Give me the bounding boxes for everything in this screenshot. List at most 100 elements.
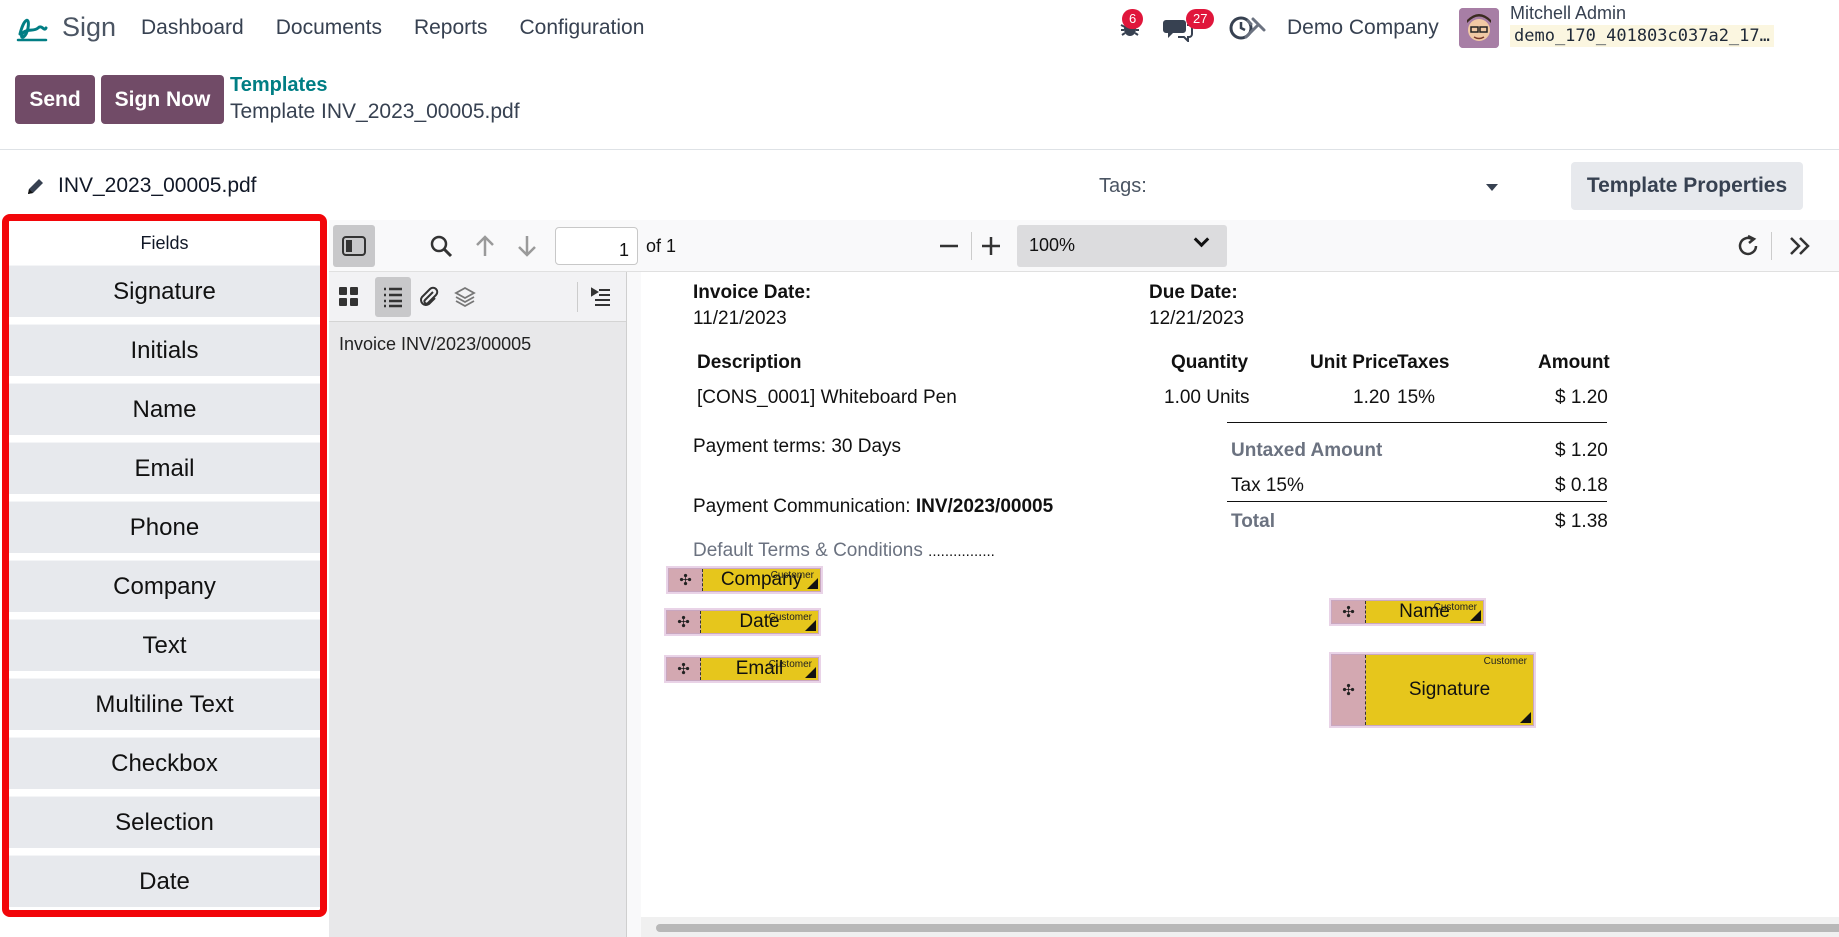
col-unit-price: Unit Price bbox=[1310, 352, 1399, 373]
sidebar-divider bbox=[577, 282, 578, 312]
current-outline-item-icon[interactable] bbox=[585, 281, 617, 313]
total-label: Total bbox=[1231, 511, 1275, 532]
field-selection[interactable]: Selection bbox=[9, 796, 320, 848]
payment-communication-value: INV/2023/00005 bbox=[915, 496, 1054, 517]
col-quantity: Quantity bbox=[1171, 352, 1249, 373]
resize-handle-icon[interactable] bbox=[1520, 712, 1531, 723]
toolbar-divider bbox=[971, 232, 972, 260]
drag-handle-icon[interactable]: ✣ bbox=[669, 569, 703, 591]
database-name: demo_170_401803c037a2_17… bbox=[1510, 25, 1774, 47]
line-taxes: 15% bbox=[1397, 387, 1436, 408]
divider bbox=[0, 149, 1839, 150]
invoice-date: 11/21/2023 bbox=[693, 308, 787, 329]
outline-list-icon[interactable] bbox=[375, 277, 411, 317]
payment-communication-label: Payment Communication: bbox=[693, 496, 911, 517]
user-avatar[interactable] bbox=[1459, 8, 1499, 48]
pdf-page: Invoice Date: 11/21/2023 Due Date: 12/21… bbox=[641, 272, 1839, 937]
drag-handle-icon[interactable]: ✣ bbox=[667, 658, 701, 680]
payment-communication: Payment Communication: INV/2023/00005 bbox=[693, 496, 1053, 518]
thumbnails-grid-icon[interactable] bbox=[333, 281, 365, 313]
due-date-label: Due Date: bbox=[1149, 282, 1238, 303]
field-signature[interactable]: Signature bbox=[9, 265, 320, 317]
next-page-icon[interactable] bbox=[511, 230, 543, 262]
previous-page-icon[interactable] bbox=[469, 230, 501, 262]
total-value: $ 1.38 bbox=[1555, 511, 1608, 532]
tags-label: Tags: bbox=[1099, 175, 1147, 197]
drag-handle-icon[interactable]: ✣ bbox=[667, 611, 701, 633]
page-number-input[interactable] bbox=[555, 227, 638, 265]
attachments-paperclip-icon[interactable] bbox=[412, 281, 444, 313]
template-file-name[interactable]: INV_2023_00005.pdf bbox=[58, 174, 257, 198]
send-button[interactable]: Send bbox=[15, 75, 95, 124]
tax-label: Tax 15% bbox=[1231, 475, 1304, 496]
pencil-icon bbox=[28, 179, 43, 194]
top-navbar: Sign Dashboard Documents Reports Configu… bbox=[0, 0, 1839, 56]
fields-panel: Fields Signature Initials Name Email Pho… bbox=[2, 214, 327, 917]
field-name[interactable]: Name bbox=[9, 383, 320, 435]
layers-icon[interactable] bbox=[449, 281, 481, 313]
field-text[interactable]: Text bbox=[9, 619, 320, 671]
more-tools-chevron-icon[interactable] bbox=[1784, 230, 1816, 262]
sign-field-signature[interactable]: ✣ Signature Customer bbox=[1331, 654, 1534, 726]
main-menu: Dashboard Documents Reports Configuratio… bbox=[141, 16, 644, 40]
user-name[interactable]: Mitchell Admin bbox=[1510, 3, 1626, 24]
settings-tools-icon[interactable] bbox=[1243, 16, 1267, 40]
line-unit-price: 1.20 bbox=[1353, 387, 1390, 408]
tags-dropdown-caret-icon[interactable] bbox=[1486, 184, 1498, 191]
sign-field-date[interactable]: ✣ Date Customer bbox=[666, 610, 819, 634]
app-name[interactable]: Sign bbox=[62, 12, 116, 43]
menu-configuration[interactable]: Configuration bbox=[519, 16, 644, 40]
breadcrumb-templates-link[interactable]: Templates bbox=[230, 74, 327, 97]
menu-documents[interactable]: Documents bbox=[276, 16, 382, 40]
horizontal-scrollbar[interactable] bbox=[641, 917, 1839, 937]
col-amount: Amount bbox=[1538, 352, 1610, 373]
sign-field-company[interactable]: ✣ Company Customer bbox=[668, 568, 821, 592]
template-properties-button[interactable]: Template Properties bbox=[1571, 162, 1803, 210]
field-phone[interactable]: Phone bbox=[9, 501, 320, 553]
menu-dashboard[interactable]: Dashboard bbox=[141, 16, 244, 40]
invoice-date-label: Invoice Date: bbox=[693, 282, 812, 303]
line-amount: $ 1.20 bbox=[1555, 387, 1608, 408]
company-switcher[interactable]: Demo Company bbox=[1287, 16, 1439, 40]
col-description: Description bbox=[697, 352, 802, 373]
field-multiline-text[interactable]: Multiline Text bbox=[9, 678, 320, 730]
pdf-viewer: of 1 100% bbox=[329, 220, 1839, 937]
sidebar-toggle-icon[interactable] bbox=[333, 225, 375, 267]
menu-reports[interactable]: Reports bbox=[414, 16, 488, 40]
sign-app-icon[interactable] bbox=[14, 10, 50, 46]
resize-handle-icon[interactable] bbox=[805, 620, 816, 631]
resize-handle-icon[interactable] bbox=[807, 578, 818, 589]
zoom-in-icon[interactable] bbox=[975, 230, 1007, 262]
sign-field-name[interactable]: ✣ Name Customer bbox=[1331, 600, 1484, 624]
search-icon[interactable] bbox=[425, 230, 457, 262]
tax-value: $ 0.18 bbox=[1555, 475, 1608, 496]
totals-bottom-rule bbox=[1227, 501, 1607, 502]
page-count: of 1 bbox=[646, 236, 677, 256]
template-name-field[interactable]: INV_2023_00005.pdf bbox=[26, 174, 257, 198]
sign-now-button[interactable]: Sign Now bbox=[101, 75, 224, 124]
sign-field-email[interactable]: ✣ Email Customer bbox=[666, 657, 819, 681]
messages-badge: 6 bbox=[1122, 9, 1144, 29]
payment-terms: Payment terms: 30 Days bbox=[693, 436, 902, 457]
zoom-select[interactable]: 100% bbox=[1017, 225, 1227, 267]
field-checkbox[interactable]: Checkbox bbox=[9, 737, 320, 789]
untaxed-label: Untaxed Amount bbox=[1231, 440, 1383, 461]
field-initials[interactable]: Initials bbox=[9, 324, 320, 376]
drag-handle-icon[interactable]: ✣ bbox=[1332, 655, 1366, 725]
field-company[interactable]: Company bbox=[9, 560, 320, 612]
untaxed-value: $ 1.20 bbox=[1555, 440, 1608, 461]
line-quantity: 1.00 Units bbox=[1164, 387, 1250, 408]
drag-handle-icon[interactable]: ✣ bbox=[1332, 601, 1366, 623]
zoom-out-icon[interactable] bbox=[933, 230, 965, 262]
fields-title: Fields bbox=[9, 221, 320, 265]
pdf-sidebar: Invoice INV/2023/00005 bbox=[329, 272, 627, 937]
terms-and-conditions: Default Terms & Conditions .............… bbox=[693, 540, 995, 562]
field-email[interactable]: Email bbox=[9, 442, 320, 494]
field-date[interactable]: Date bbox=[9, 855, 320, 907]
resize-handle-icon[interactable] bbox=[1470, 610, 1481, 621]
toolbar-divider-2 bbox=[1771, 232, 1772, 260]
resize-handle-icon[interactable] bbox=[805, 667, 816, 678]
rotate-icon[interactable] bbox=[1732, 230, 1764, 262]
outline-item[interactable]: Invoice INV/2023/00005 bbox=[339, 334, 531, 355]
tags-input[interactable] bbox=[1150, 166, 1500, 204]
